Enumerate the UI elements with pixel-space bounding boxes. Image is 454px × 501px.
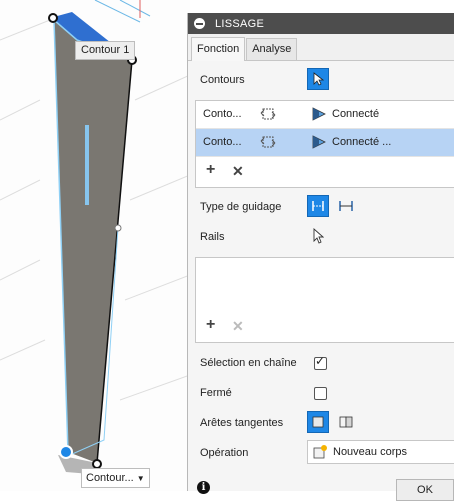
operation-value: Nouveau corps bbox=[333, 446, 407, 458]
tangent-merge-button[interactable] bbox=[307, 411, 329, 433]
check-icon: ✓ bbox=[315, 354, 326, 368]
contours-select-button[interactable] bbox=[307, 68, 329, 90]
connected-condition-icon[interactable] bbox=[311, 134, 329, 150]
rails-guide-icon bbox=[312, 201, 324, 211]
control-point[interactable] bbox=[59, 445, 73, 459]
operation-select[interactable]: Nouveau corps bbox=[307, 440, 454, 464]
list-item[interactable]: Conto... Connecté ... bbox=[196, 129, 454, 157]
dialog-titlebar: LISSAGE bbox=[188, 13, 454, 34]
x-icon[interactable]: ✕ bbox=[232, 163, 244, 180]
contour-name: Conto... bbox=[203, 108, 242, 120]
operation-label: Opération bbox=[200, 447, 249, 459]
split-face-icon bbox=[339, 416, 353, 428]
contour-dropdown-label: Contour... bbox=[86, 472, 134, 484]
chain-selection-label: Sélection en chaîne bbox=[200, 357, 297, 369]
contour-dropdown[interactable]: Contour... ▼ bbox=[81, 468, 150, 488]
chevron-down-icon: ▼ bbox=[136, 474, 145, 483]
contour-name: Conto... bbox=[203, 136, 242, 148]
plus-icon[interactable]: + bbox=[206, 161, 215, 179]
edge-highlight bbox=[85, 125, 89, 205]
profile-transform-icon[interactable] bbox=[259, 134, 277, 150]
info-icon[interactable]: i bbox=[197, 481, 210, 494]
dialog-title: LISSAGE bbox=[215, 17, 265, 30]
contours-list-toolbar: + ✕ bbox=[196, 157, 454, 187]
contour-1-label: Contour 1 bbox=[75, 41, 136, 60]
list-item[interactable]: Conto... Connecté bbox=[196, 101, 454, 129]
loft-dialog: LISSAGE Fonction Analyse Contours Conto.… bbox=[187, 13, 454, 501]
ok-button[interactable]: OK bbox=[396, 479, 454, 501]
tab-analyse[interactable]: Analyse bbox=[246, 38, 298, 60]
rails-list: + ✕ bbox=[195, 257, 454, 343]
3d-viewport[interactable]: Contour 1 Contour... ▼ bbox=[0, 0, 190, 491]
tab-bar: Fonction Analyse bbox=[188, 34, 454, 61]
centerline-guide-icon bbox=[339, 201, 353, 211]
control-point[interactable] bbox=[92, 459, 102, 469]
new-body-icon bbox=[313, 445, 327, 459]
contour-status: Connecté bbox=[332, 108, 380, 120]
loft-preview bbox=[0, 0, 190, 475]
plus-icon[interactable]: + bbox=[206, 316, 215, 334]
minus-circle-icon[interactable] bbox=[194, 18, 205, 29]
guidage-label: Type de guidage bbox=[200, 201, 282, 213]
cursor-arrow-icon bbox=[313, 72, 324, 86]
profile-transform-icon[interactable] bbox=[259, 106, 277, 122]
control-point[interactable] bbox=[48, 13, 58, 23]
connected-condition-icon[interactable] bbox=[311, 106, 329, 122]
guide-centerline-button[interactable] bbox=[335, 195, 357, 217]
closed-label: Fermé bbox=[200, 387, 232, 399]
tab-fonction[interactable]: Fonction bbox=[191, 37, 246, 61]
contours-label: Contours bbox=[200, 74, 245, 86]
control-point[interactable] bbox=[114, 224, 122, 232]
x-icon: ✕ bbox=[232, 318, 244, 334]
tangent-edges-label: Arêtes tangentes bbox=[200, 417, 284, 429]
merged-face-icon bbox=[312, 416, 324, 428]
cursor-arrow-icon[interactable] bbox=[312, 228, 324, 244]
guide-rails-button[interactable] bbox=[307, 195, 329, 217]
chain-selection-checkbox[interactable]: ✓ bbox=[314, 354, 327, 370]
tangent-keep-button[interactable] bbox=[335, 411, 357, 433]
contour-status: Connecté ... bbox=[332, 136, 392, 148]
closed-checkbox[interactable] bbox=[314, 387, 327, 400]
contours-list: Conto... Connecté Conto... Connecté ... bbox=[195, 100, 454, 188]
rails-label: Rails bbox=[200, 231, 225, 243]
